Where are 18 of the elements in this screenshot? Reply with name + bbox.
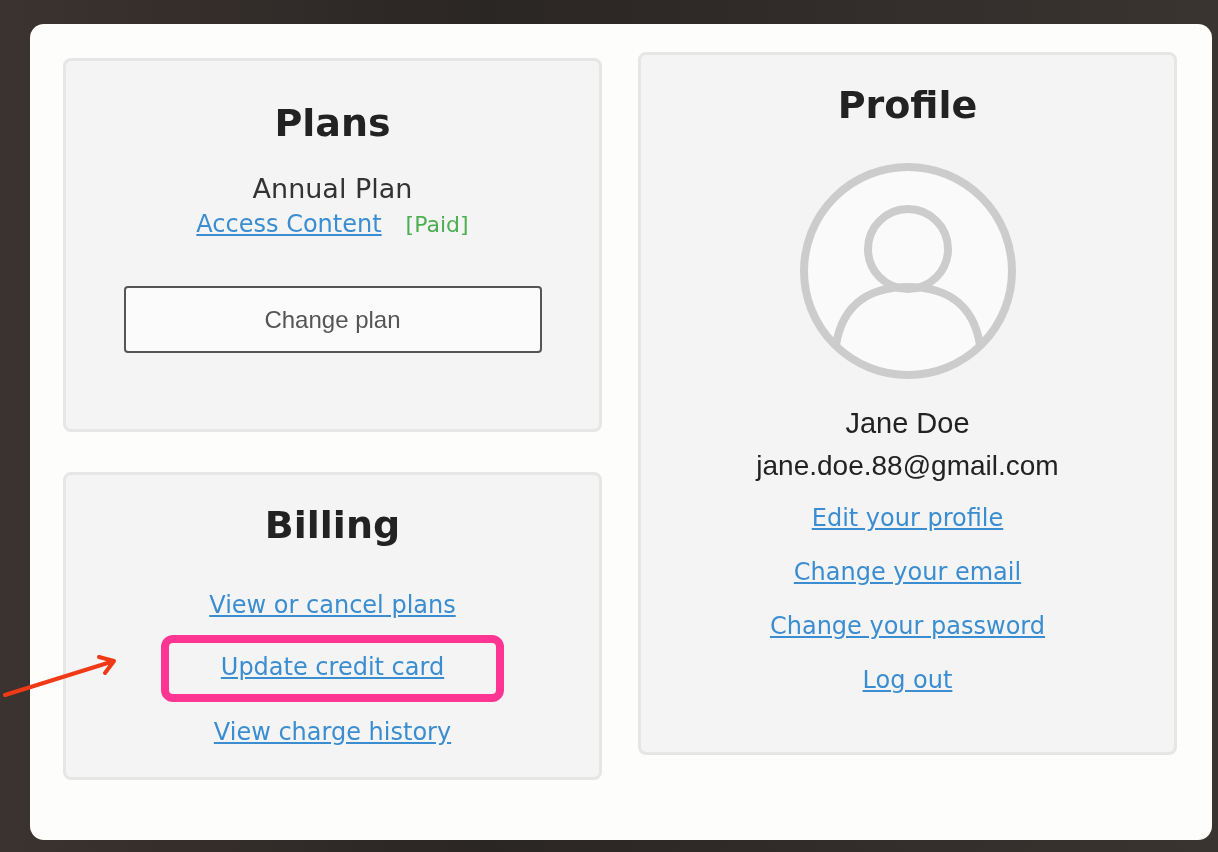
arrow-icon xyxy=(2,655,117,697)
billing-link[interactable]: Update credit card xyxy=(220,653,445,681)
profile-link[interactable]: Change your password xyxy=(769,612,1046,640)
panel-title: Plans xyxy=(274,101,391,145)
payment-status: [Paid] xyxy=(405,212,469,237)
profile-link[interactable]: Edit your profile xyxy=(811,504,1004,532)
billing-link[interactable]: View or cancel plans xyxy=(209,575,456,635)
profile-link[interactable]: Log out xyxy=(862,666,953,694)
panel-title: Profile xyxy=(837,83,978,127)
change-plan-button[interactable]: Change plan xyxy=(123,286,542,353)
profile-link[interactable]: Change your email xyxy=(793,558,1022,586)
plan-name: Annual Plan xyxy=(252,173,413,204)
panel-title: Billing xyxy=(264,503,401,547)
billing-link[interactable]: View charge history xyxy=(213,702,452,762)
user-name: Jane Doe xyxy=(845,407,970,440)
user-email: jane.doe.88@gmail.com xyxy=(756,450,1059,482)
user-avatar-icon xyxy=(797,161,1018,381)
access-content-link[interactable]: Access Content xyxy=(196,210,382,238)
